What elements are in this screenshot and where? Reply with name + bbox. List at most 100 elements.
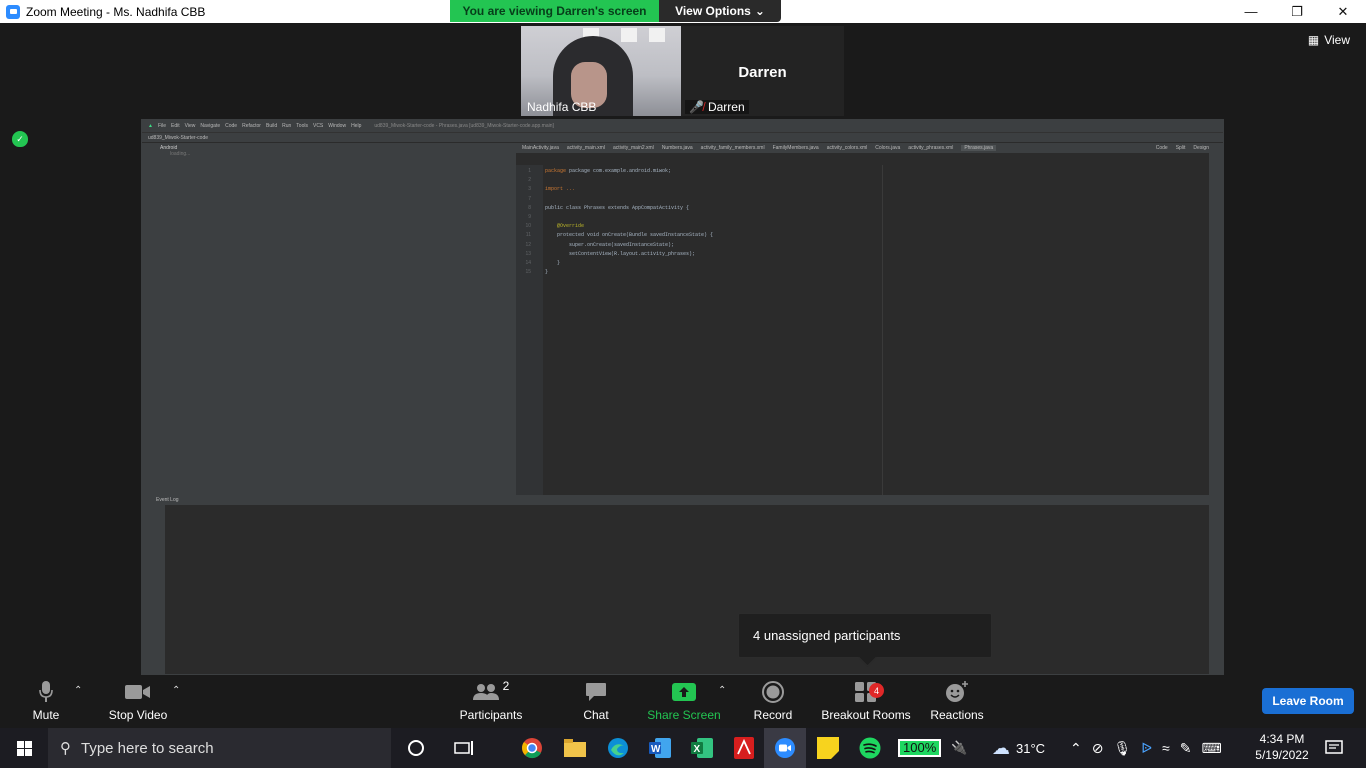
- code-line: package com.example.android.miwok;: [569, 168, 672, 174]
- search-icon: ⚲: [60, 740, 71, 757]
- meeting-controls: Mute ⌃ Stop Video ⌃ 2 Participants Chat …: [0, 675, 1366, 728]
- chevron-down-icon: ⌄: [754, 4, 765, 18]
- chrome-icon[interactable]: [520, 736, 544, 760]
- ide-menu-item: Build: [265, 123, 278, 129]
- chat-bubble-icon: [585, 680, 607, 704]
- ide-menu-item: Window: [328, 123, 347, 129]
- ide-tab: activity_phrases.xml: [908, 145, 954, 151]
- ide-line-numbers: 1 2 3 7 8 9 10 11 12 13 14 15: [516, 165, 543, 495]
- stop-video-label: Stop Video: [108, 708, 168, 722]
- ide-menu-item: File: [157, 123, 167, 129]
- participants-icon: 2: [472, 679, 510, 704]
- participants-button[interactable]: 2 Participants: [456, 675, 526, 728]
- restore-icon[interactable]: ❐: [1274, 0, 1320, 23]
- mic-muted-icon: 🎤̸: [689, 100, 704, 114]
- notification-center-icon[interactable]: [1322, 736, 1346, 760]
- record-button[interactable]: Record: [750, 675, 796, 728]
- ide-tab: activity_family_members.xml: [700, 145, 765, 151]
- bluetooth-icon[interactable]: ᐉ: [1141, 740, 1152, 757]
- clock-date: 5/19/2022: [1255, 748, 1309, 762]
- ide-tab: FamilyMembers.java: [772, 145, 819, 151]
- battery-indicator[interactable]: 100% 🔌: [898, 728, 967, 768]
- share-screen-button[interactable]: Share Screen: [646, 675, 722, 728]
- breakout-badge: 4: [869, 683, 884, 698]
- participant-display-name: Darren: [738, 64, 787, 81]
- battery-percent: 100%: [898, 739, 942, 757]
- weather-widget[interactable]: ☁ 31°C: [992, 728, 1045, 768]
- keyboard-icon[interactable]: ⌨: [1201, 740, 1221, 757]
- chevron-up-icon[interactable]: ⌃: [1070, 740, 1082, 757]
- microphone-icon[interactable]: 🎙: [1113, 740, 1131, 757]
- video-tile-darren[interactable]: Darren 🎤̸ Darren: [681, 26, 844, 116]
- zoom-icon[interactable]: [773, 736, 797, 760]
- reactions-button[interactable]: Reactions: [928, 675, 986, 728]
- temperature: 31°C: [1016, 740, 1046, 756]
- ide-event-log-header: Event Log: [154, 495, 1209, 505]
- stop-video-button[interactable]: Stop Video: [104, 675, 172, 728]
- taskbar-clock[interactable]: 4:34 PM 5/19/2022: [1255, 731, 1309, 763]
- acrobat-icon[interactable]: [732, 736, 756, 760]
- chevron-up-icon[interactable]: ⌃: [172, 685, 180, 696]
- record-label: Record: [753, 708, 793, 722]
- ide-menubar: ▲ File Edit View Navigate Code Refactor …: [142, 120, 1223, 132]
- system-tray: ⌃ ⊘ 🎙 ᐉ ≈ ✎ ⌨: [1070, 728, 1222, 768]
- view-button[interactable]: ▦ View: [1308, 33, 1350, 47]
- ide-code-editor: package package com.example.android.miwo…: [543, 165, 883, 495]
- excel-icon[interactable]: X: [690, 736, 714, 760]
- viewing-status: You are viewing Darren's screen: [450, 0, 659, 22]
- taskbar-search[interactable]: ⚲ Type here to search: [48, 728, 391, 768]
- ide-event-log: [154, 505, 1209, 674]
- task-view-icon[interactable]: [452, 736, 476, 760]
- ide-view-mode: Code: [1155, 145, 1168, 151]
- ide-menu-item: Tools: [296, 123, 308, 129]
- tooltip-text: 4 unassigned participants: [753, 628, 901, 643]
- code-line: public class Phrases extends AppCompatAc…: [545, 204, 690, 211]
- share-banner: You are viewing Darren's screen View Opt…: [450, 0, 781, 22]
- chevron-up-icon[interactable]: ⌃: [74, 685, 82, 696]
- video-tile-nadhifa[interactable]: Nadhifa CBB: [521, 26, 681, 116]
- smiley-plus-icon: [945, 680, 969, 704]
- pen-icon[interactable]: ✎: [1180, 740, 1192, 757]
- windows-logo-icon: [16, 740, 32, 756]
- ide-breadcrumb: ud839_Miwok-Starter-code: [142, 132, 1223, 142]
- breakout-rooms-button[interactable]: 4 Breakout Rooms: [818, 675, 914, 728]
- ide-right-toolbar: [1209, 143, 1223, 674]
- edge-icon[interactable]: [606, 736, 630, 760]
- view-options-button[interactable]: View Options ⌄: [659, 0, 781, 22]
- leave-room-button[interactable]: Leave Room: [1262, 688, 1354, 714]
- share-screen-label: Share Screen: [647, 708, 721, 722]
- chat-label: Chat: [583, 708, 609, 722]
- code-line: setContentView(R.layout.activity_phrases…: [569, 250, 696, 257]
- network-off-icon[interactable]: ⊘: [1092, 740, 1104, 757]
- sticky-notes-icon[interactable]: [816, 736, 840, 760]
- spotify-icon[interactable]: [858, 736, 882, 760]
- project-loading: loading...: [170, 151, 191, 157]
- close-icon[interactable]: ✕: [1320, 0, 1366, 23]
- search-placeholder: Type here to search: [81, 739, 214, 757]
- ide-menu-item: Navigate: [200, 123, 221, 129]
- mute-button[interactable]: Mute: [22, 675, 70, 728]
- ide-left-toolbar: [142, 143, 154, 674]
- android-studio-icon: ▲: [148, 123, 153, 129]
- clock-time: 4:34 PM: [1259, 732, 1305, 746]
- participant-name: Nadhifa CBB: [527, 100, 597, 114]
- cortana-icon[interactable]: [404, 736, 428, 760]
- chevron-up-icon[interactable]: ⌃: [718, 685, 726, 696]
- participants-count: 2: [502, 679, 510, 693]
- word-icon[interactable]: W: [648, 736, 672, 760]
- file-explorer-icon[interactable]: [563, 736, 587, 760]
- ide-menu-item: Refactor: [242, 123, 261, 129]
- wifi-icon[interactable]: ≈: [1162, 740, 1170, 756]
- ide-menu-item: View: [184, 123, 196, 129]
- code-line: protected void onCreate(Bundle savedInst…: [557, 232, 714, 239]
- chat-button[interactable]: Chat: [576, 675, 616, 728]
- security-shield-icon[interactable]: ✓: [12, 131, 28, 147]
- svg-text:W: W: [651, 744, 661, 755]
- partly-cloudy-icon: ☁: [992, 737, 1010, 758]
- ide-tab: activity_colors.xml: [826, 145, 868, 151]
- minimize-icon[interactable]: —: [1228, 0, 1274, 23]
- ide-tab: activity_main2.xml: [612, 145, 654, 151]
- start-button[interactable]: [0, 728, 48, 768]
- view-options-label: View Options: [675, 4, 751, 18]
- ide-tab: MainActivity.java: [522, 145, 559, 151]
